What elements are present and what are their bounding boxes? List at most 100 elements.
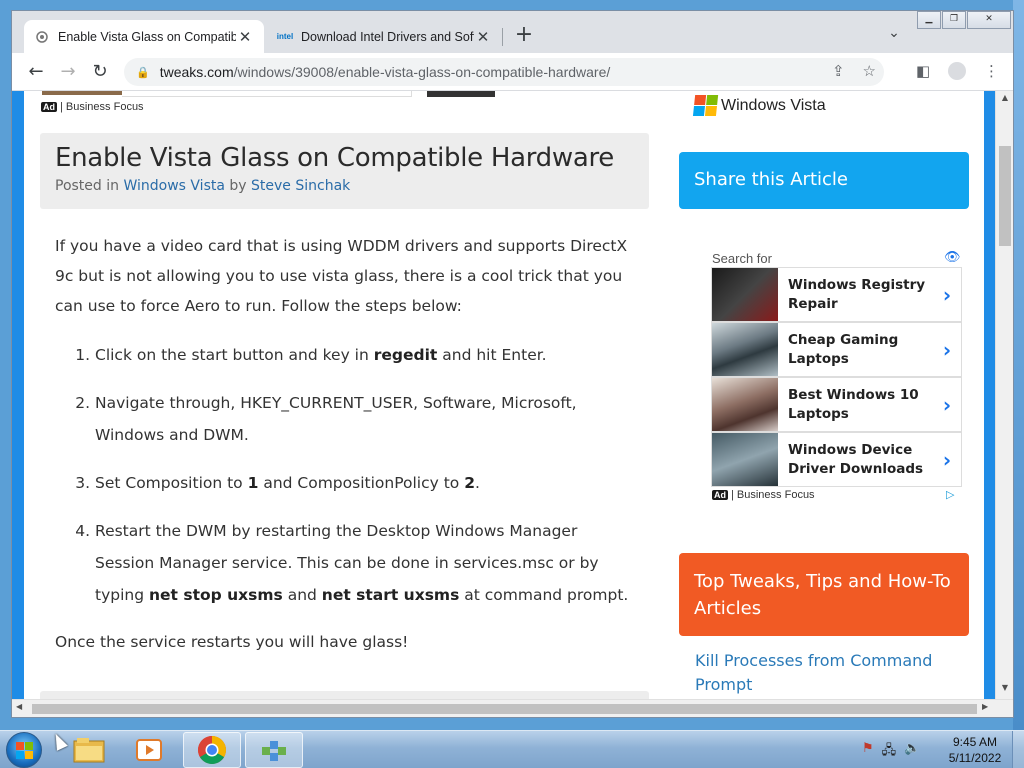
address-bar[interactable]: 🔒 tweaks.com/windows/39008/enable-vista-… bbox=[124, 58, 884, 86]
browser-window: Enable Vista Glass on Compatible ✕ intel… bbox=[11, 10, 1014, 718]
scroll-right-icon[interactable]: ▶ bbox=[982, 702, 988, 711]
ad-item-label: Windows Registry Repair bbox=[788, 276, 926, 312]
system-clock[interactable]: 9:45 AM 5/11/2022 bbox=[940, 734, 1010, 766]
clock-date: 5/11/2022 bbox=[948, 751, 1002, 765]
scroll-up-icon[interactable]: ▲ bbox=[996, 93, 1013, 102]
search-ads-list: Windows Registry Repair › Cheap Gaming L… bbox=[711, 267, 962, 487]
step-text: Set Composition to bbox=[95, 474, 248, 492]
step-bold: regedit bbox=[373, 346, 438, 364]
step-text: Click on the start button and key in bbox=[95, 346, 374, 364]
ad-choices-icon[interactable]: ▷ bbox=[946, 488, 954, 501]
back-arrow-icon[interactable]: ← bbox=[24, 60, 48, 84]
steps-list: Click on the start button and key in reg… bbox=[95, 339, 640, 611]
sidebar-article-link[interactable]: Kill Processes from Command Prompt bbox=[695, 649, 965, 697]
ad-thumbnail bbox=[712, 268, 778, 321]
ad-item-gaming-laptops[interactable]: Cheap Gaming Laptops › bbox=[711, 322, 962, 377]
tab-intel[interactable]: intel Download Intel Drivers and Softw ✕ bbox=[267, 20, 502, 53]
clock-time: 9:45 AM bbox=[952, 735, 998, 749]
share-icon[interactable]: ⇪ bbox=[832, 62, 845, 80]
network-icon[interactable]: 🖧 bbox=[882, 741, 897, 763]
intel-favicon-icon: intel bbox=[276, 32, 294, 41]
windows-logo-icon bbox=[16, 742, 34, 760]
taskbar-chrome[interactable] bbox=[183, 732, 241, 768]
step-text: . bbox=[475, 474, 480, 492]
ad-thumbnail bbox=[712, 323, 778, 376]
share-article-box[interactable]: Share this Article bbox=[679, 152, 969, 209]
start-button[interactable] bbox=[6, 732, 42, 768]
close-tab-icon[interactable]: ✕ bbox=[474, 28, 492, 46]
reload-icon[interactable]: ↻ bbox=[88, 60, 112, 84]
step-item: Set Composition to 1 and CompositionPoli… bbox=[95, 467, 640, 499]
chevron-right-icon: › bbox=[942, 392, 952, 417]
tab-separator bbox=[502, 28, 503, 46]
tweaks-favicon-icon bbox=[34, 29, 50, 45]
ad-item-label: Windows Device Driver Downloads bbox=[788, 441, 924, 477]
network-app-icon bbox=[262, 741, 286, 761]
profile-avatar-icon[interactable] bbox=[948, 62, 966, 80]
tab-search-chevron-icon[interactable]: ⌄ bbox=[884, 25, 904, 45]
scroll-down-icon[interactable]: ▼ bbox=[996, 683, 1013, 692]
taskbar-media-player[interactable] bbox=[120, 732, 178, 768]
restore-icon[interactable]: ❐ bbox=[942, 11, 966, 29]
page-title: Enable Vista Glass on Compatible Hardwar… bbox=[55, 143, 614, 173]
logo-text: Windows Vista bbox=[721, 97, 826, 114]
taskbar-network-app[interactable] bbox=[245, 732, 303, 768]
ad-image bbox=[427, 91, 495, 97]
taskbar: ⚑ 🖧 🔈 9:45 AM 5/11/2022 bbox=[0, 730, 1024, 768]
step-bold: 1 bbox=[247, 474, 259, 492]
scroll-left-icon[interactable]: ◀ bbox=[16, 702, 22, 711]
horizontal-scrollbar[interactable]: ◀ ▶ bbox=[12, 699, 1013, 717]
top-ad-attribution[interactable]: Ad | Business Focus bbox=[41, 101, 144, 113]
volume-icon[interactable]: 🔈 bbox=[904, 741, 920, 763]
vertical-scrollbar[interactable]: ▲ ▼ bbox=[995, 91, 1013, 699]
ad-item-label: Best Windows 10 Laptops bbox=[788, 386, 919, 422]
category-link[interactable]: Windows Vista bbox=[123, 178, 224, 194]
ad-choices-eye-icon[interactable]: 👁 bbox=[944, 251, 961, 264]
side-panel-icon[interactable]: ◧ bbox=[916, 62, 930, 80]
search-for-label: Search for bbox=[712, 251, 772, 266]
ad-item-win10-laptops[interactable]: Best Windows 10 Laptops › bbox=[711, 377, 962, 432]
windows-flag-icon bbox=[692, 95, 719, 117]
article-header: Enable Vista Glass on Compatible Hardwar… bbox=[40, 133, 649, 209]
lock-icon: 🔒 bbox=[136, 66, 150, 79]
step-text: and bbox=[282, 586, 322, 604]
minimize-icon[interactable]: ▁ bbox=[917, 11, 941, 29]
step-text: and CompositionPolicy to bbox=[258, 474, 465, 492]
step-text: and hit Enter. bbox=[437, 346, 547, 364]
scrollbar-thumb[interactable] bbox=[32, 704, 977, 714]
ad-box bbox=[122, 91, 412, 97]
kebab-menu-icon[interactable]: ⋮ bbox=[984, 62, 999, 80]
tab-title: Download Intel Drivers and Softw bbox=[301, 29, 474, 44]
close-tab-icon[interactable]: ✕ bbox=[236, 28, 254, 46]
step-text: at command prompt. bbox=[459, 586, 629, 604]
tab-title: Enable Vista Glass on Compatible bbox=[58, 29, 236, 44]
bookmark-star-icon[interactable]: ☆ bbox=[863, 62, 876, 80]
show-desktop-button[interactable] bbox=[1012, 731, 1024, 768]
tab-tweaks[interactable]: Enable Vista Glass on Compatible ✕ bbox=[24, 20, 264, 53]
forward-arrow-icon[interactable]: → bbox=[56, 60, 80, 84]
scrollbar-thumb[interactable] bbox=[999, 146, 1011, 246]
page-viewport: Ad | Business Focus Enable Vista Glass o… bbox=[12, 91, 995, 699]
meta-by: by bbox=[224, 178, 252, 194]
ad-item-registry[interactable]: Windows Registry Repair › bbox=[711, 267, 962, 322]
chrome-icon bbox=[198, 736, 226, 764]
step-item: Restart the DWM by restarting the Deskto… bbox=[95, 515, 640, 611]
action-center-flag-icon[interactable]: ⚑ bbox=[862, 741, 874, 763]
taskbar-explorer[interactable] bbox=[60, 732, 118, 768]
ad-badge: Ad bbox=[41, 102, 57, 112]
ad-source: | Business Focus bbox=[731, 489, 815, 501]
article-meta: Posted in Windows Vista by Steve Sinchak bbox=[55, 178, 634, 194]
chevron-right-icon: › bbox=[942, 447, 952, 472]
new-tab-icon[interactable]: + bbox=[512, 24, 536, 48]
author-link[interactable]: Steve Sinchak bbox=[251, 178, 350, 194]
step-bold: 2 bbox=[464, 474, 476, 492]
sidebar-ad-attribution[interactable]: Ad | Business Focus bbox=[712, 489, 815, 501]
desktop-background bbox=[1013, 0, 1024, 730]
top-tweaks-box: Top Tweaks, Tips and How-To Articles bbox=[679, 553, 969, 636]
ad-item-driver-downloads[interactable]: Windows Device Driver Downloads › bbox=[711, 432, 962, 487]
intro-paragraph: If you have a video card that is using W… bbox=[55, 237, 628, 315]
step-bold: net start uxsms bbox=[321, 586, 460, 604]
close-icon[interactable]: ✕ bbox=[967, 11, 1011, 29]
top-ad-images bbox=[42, 91, 495, 97]
system-tray: ⚑ 🖧 🔈 bbox=[862, 741, 920, 763]
